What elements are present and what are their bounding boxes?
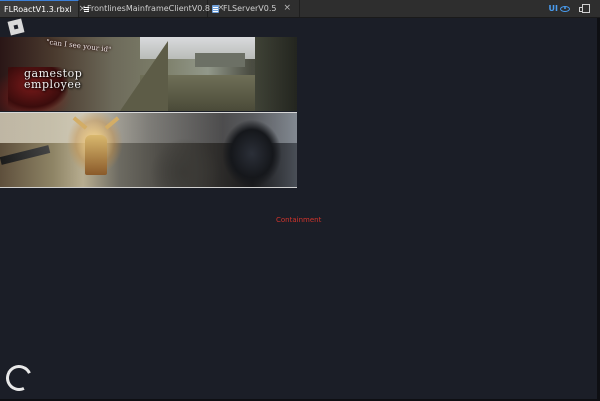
ui-toggle-label: UI bbox=[548, 4, 558, 13]
tab-bar: FLRoactV1.3.rbxl × FrontlinesMainframeCl… bbox=[0, 0, 600, 18]
tab-label: FLRoactV1.3.rbxl bbox=[4, 4, 72, 14]
image-quote-caption: "can I see your id" bbox=[45, 38, 112, 54]
close-icon[interactable]: × bbox=[284, 4, 292, 13]
script-file-icon bbox=[212, 4, 219, 13]
tabbar-spacer bbox=[300, 0, 545, 17]
tab-label: FrontlinesMainframeClientV0.8 bbox=[87, 4, 211, 13]
meme-image-top: "can I see your id" gamestop employee bbox=[0, 37, 297, 111]
status-text: Containment bbox=[276, 216, 322, 224]
caption-line-2: employee bbox=[24, 78, 82, 91]
tab-label: FLServerV0.5 bbox=[223, 4, 277, 13]
ui-visibility-toggle[interactable]: UI bbox=[545, 0, 578, 17]
tab-flroact[interactable]: FLRoactV1.3.rbxl × bbox=[0, 0, 86, 17]
tab-frontlines-mainframe-client[interactable]: FrontlinesMainframeClientV0.8 × bbox=[79, 0, 225, 17]
tab-flserver[interactable]: FLServerV0.5 × bbox=[208, 0, 300, 17]
window-restore-icon[interactable] bbox=[578, 0, 594, 17]
image-main-caption: gamestop employee bbox=[24, 68, 82, 90]
eye-icon bbox=[560, 5, 570, 12]
meme-image-bottom bbox=[0, 112, 297, 188]
